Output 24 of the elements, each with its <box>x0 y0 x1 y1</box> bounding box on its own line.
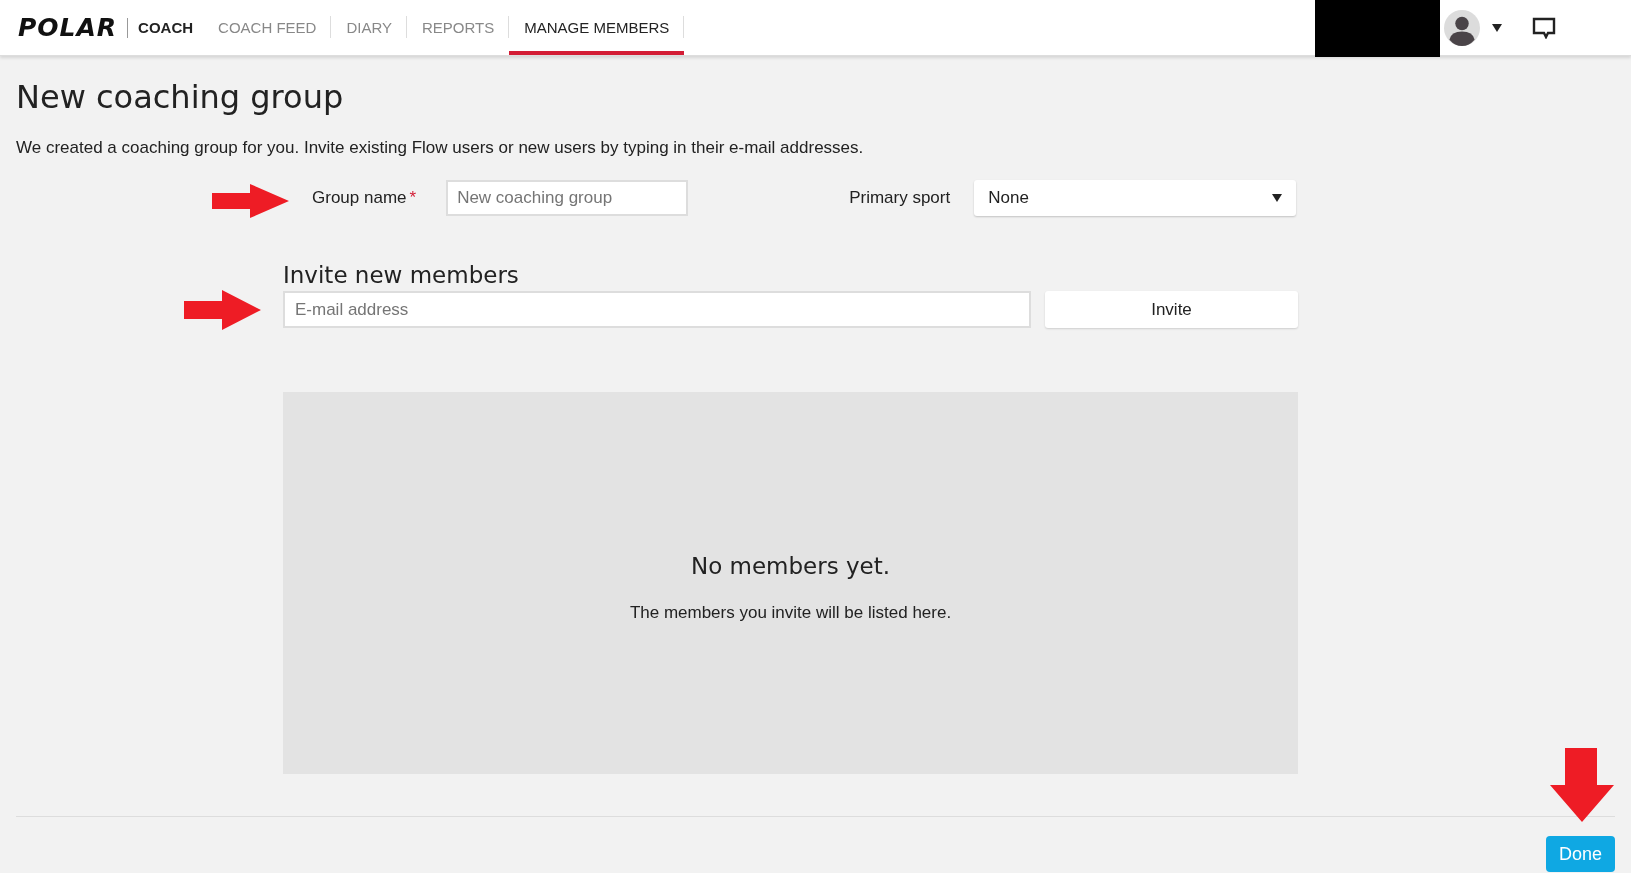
group-name-field[interactable]: New coaching group <box>446 180 689 216</box>
arrow-icon <box>182 289 262 331</box>
sport-dropdown[interactable]: None <box>974 180 1297 216</box>
avatar-icon[interactable] <box>1444 9 1480 46</box>
section-label: COACH <box>137 19 195 36</box>
nav-tab[interactable]: COACH FEED <box>203 0 332 55</box>
nav-tab[interactable]: REPORTS <box>407 0 510 55</box>
field-label: Primary sport <box>849 188 951 208</box>
email-field[interactable]: E-mail address <box>283 291 1031 328</box>
field-label: Group name * <box>312 188 417 208</box>
intro-text: We created a coaching group for you. Invite existing Flow users or new users by typing in their e-mail addresses. <box>16 138 865 158</box>
nav-tab[interactable]: DIARY <box>331 0 408 55</box>
logo[interactable]: POLAR <box>18 17 129 38</box>
arrow-icon <box>210 183 290 219</box>
chat-icon[interactable] <box>1532 16 1556 39</box>
arrow-icon <box>1549 747 1615 823</box>
empty-title: No members yet. <box>690 553 891 579</box>
page-title: New coaching group <box>16 78 345 116</box>
nav-tab[interactable]: MANAGE MEMBERS <box>509 0 685 55</box>
empty-message: The members you invite will be listed here. <box>629 603 952 623</box>
caret-icon[interactable] <box>1492 23 1502 32</box>
section-heading: Invite new members <box>283 262 520 288</box>
caret-icon <box>1272 194 1283 202</box>
invite-button[interactable]: Invite <box>1045 291 1298 328</box>
